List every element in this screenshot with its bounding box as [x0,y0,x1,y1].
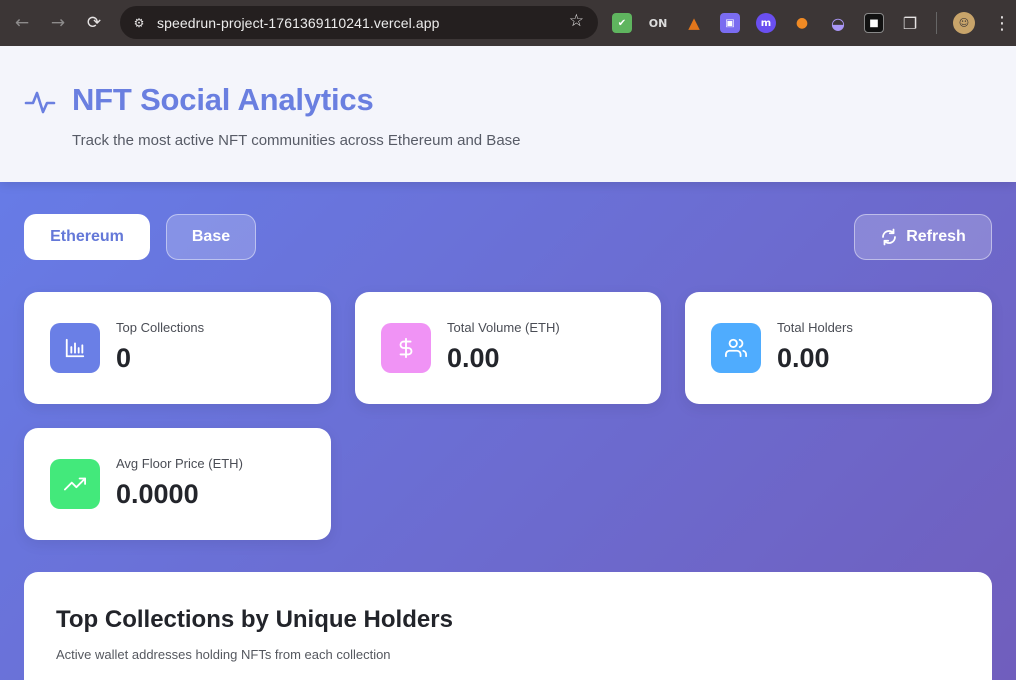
trending-up-icon [50,459,100,509]
m-extension-icon[interactable]: m [756,13,776,33]
stat-value: 0 [116,343,132,373]
ghost-extension-icon[interactable]: ◒ [828,13,848,33]
address-bar[interactable]: ⚙ speedrun-project-1761369110241.vercel.… [120,6,598,39]
chain-tab-ethereum[interactable]: Ethereum [24,214,150,260]
back-icon[interactable]: ← [4,0,40,46]
browser-toolbar: ← → ⟳ ⚙ speedrun-project-1761369110241.v… [0,0,1016,46]
reload-icon[interactable]: ⟳ [76,0,112,46]
users-icon [711,323,761,373]
url-text: speedrun-project-1761369110241.vercel.ap… [157,14,440,31]
profile-avatar[interactable]: ☺ [953,12,975,34]
stat-label: Total Holders [777,320,853,335]
refresh-label: Refresh [906,228,966,245]
bar-chart-icon [50,323,100,373]
stat-value: 0.00 [447,343,500,373]
puzzle-extension-icon[interactable]: ❐ [900,13,920,33]
extensions-bar: ✔ ON ▲ ▣ m ● ◒ ■ ❐ ☺ ⋮ [612,0,1011,46]
panel-subtitle: Active wallet addresses holding NFTs fro… [56,647,391,662]
chain-tab-base[interactable]: Base [166,214,256,260]
stat-value: 0.00 [777,343,830,373]
menu-kebab-icon[interactable]: ⋮ [993,13,1011,34]
top-collections-panel: Top Collections by Unique Holders Active… [24,572,992,680]
refresh-icon [882,228,897,246]
on-extension-icon[interactable]: ON [648,13,668,33]
shield-extension-icon[interactable]: ✔ [612,13,632,33]
app-header: NFT Social Analytics Track the most acti… [0,46,1016,182]
dollar-icon [381,323,431,373]
stat-label: Top Collections [116,320,205,335]
page: NFT Social Analytics Track the most acti… [0,46,1016,680]
refresh-button[interactable]: Refresh [854,214,992,260]
black-square-extension-icon[interactable]: ■ [864,13,884,33]
stat-card-avg-floor-price: Avg Floor Price (ETH) 0.0000 [24,428,331,540]
stat-card-top-collections: Top Collections 0 [24,292,331,404]
fox-extension-icon[interactable]: ▲ [684,13,704,33]
bookmark-star-icon[interactable]: ☆ [569,11,584,31]
purple-square-extension-icon[interactable]: ▣ [720,13,740,33]
page-subtitle: Track the most active NFT communities ac… [72,132,521,149]
activity-icon [24,91,56,114]
panel-title: Top Collections by Unique Holders [56,606,453,633]
forward-icon[interactable]: → [40,0,76,46]
toolbar-divider [936,12,937,34]
orange-dot-extension-icon[interactable]: ● [792,13,812,33]
stat-label: Avg Floor Price (ETH) [116,456,243,471]
stat-value: 0.0000 [116,479,199,509]
site-info-icon[interactable]: ⚙ [128,12,150,34]
stat-card-total-volume: Total Volume (ETH) 0.00 [355,292,661,404]
stat-label: Total Volume (ETH) [447,320,560,335]
stat-card-total-holders: Total Holders 0.00 [685,292,992,404]
page-title: NFT Social Analytics [72,82,374,117]
